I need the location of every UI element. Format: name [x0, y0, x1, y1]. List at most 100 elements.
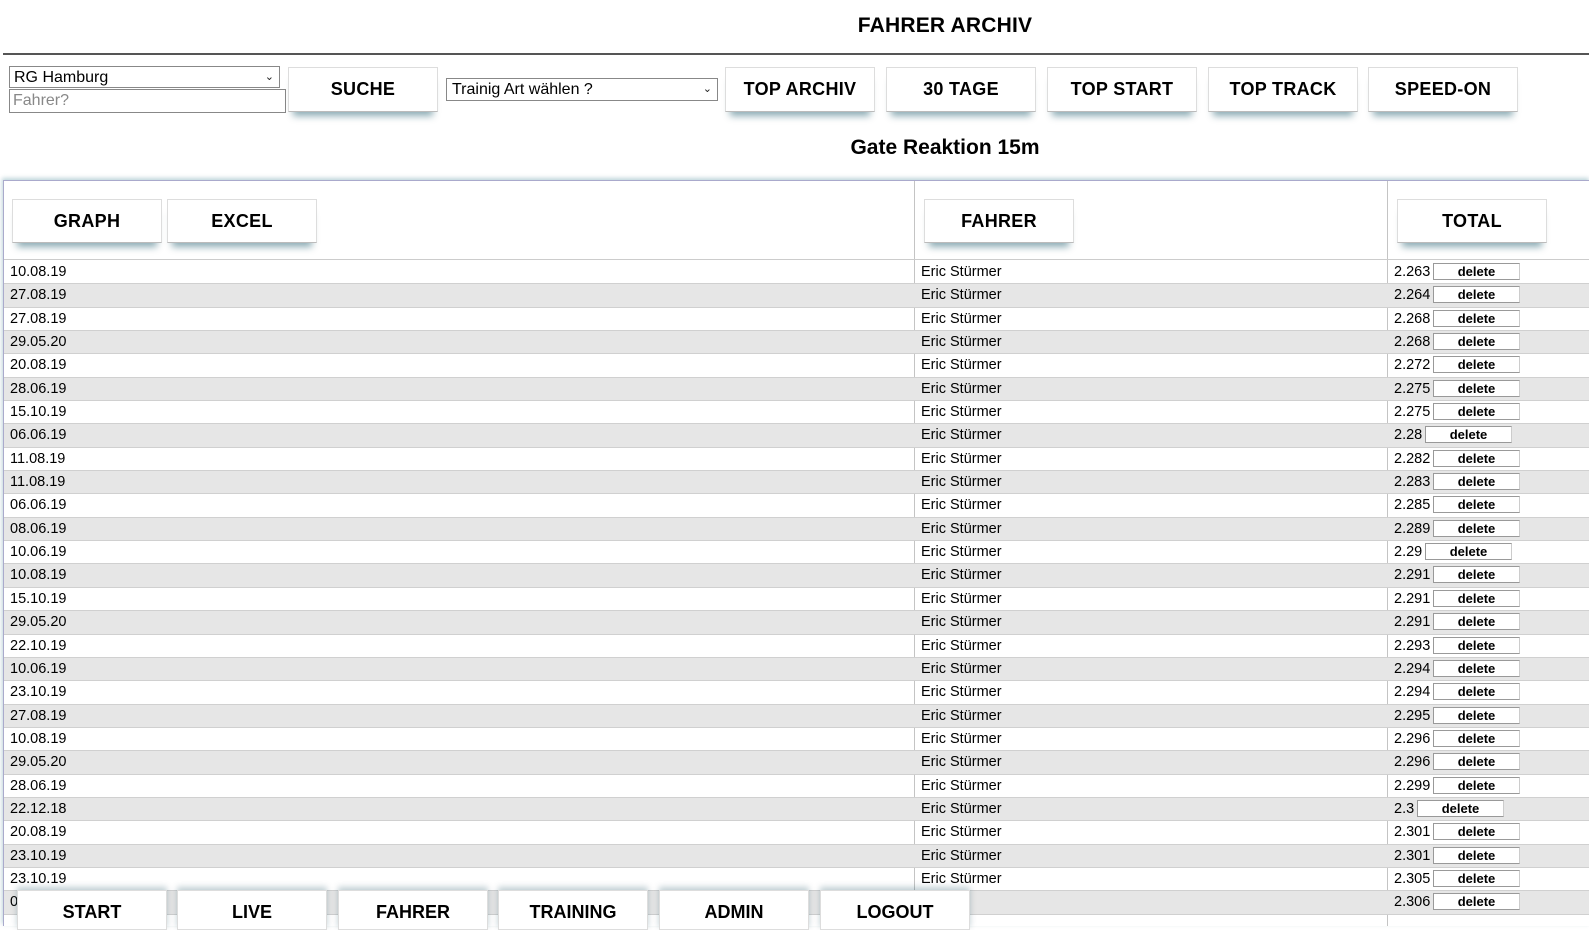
table-row: 29.05.20 Eric Stürmer 2.268 delete	[4, 331, 1589, 355]
delete-button[interactable]: delete	[1433, 636, 1520, 654]
30-tage-button[interactable]: 30 TAGE	[886, 67, 1036, 112]
delete-button[interactable]: delete	[1433, 659, 1520, 677]
table-body: 10.08.19 Eric Stürmer 2.263 delete 27.08.19 E…	[4, 261, 1589, 915]
total-sort-button[interactable]: TOTAL	[1397, 199, 1547, 243]
row-date: 28.06.19	[10, 777, 67, 794]
row-date: 28.06.19	[10, 380, 67, 397]
delete-button[interactable]: delete	[1433, 589, 1520, 607]
row-total: 2.268	[1394, 310, 1431, 327]
row-date: 27.08.19	[10, 310, 67, 327]
row-date: 10.08.19	[10, 567, 67, 584]
row-date: 08.06.19	[10, 520, 67, 537]
top-track-button[interactable]: TOP TRACK	[1208, 67, 1358, 112]
table-row: 15.10.19 Eric Stürmer 2.291 delete	[4, 588, 1589, 612]
delete-button[interactable]: delete	[1433, 729, 1520, 747]
delete-button[interactable]: delete	[1433, 496, 1520, 514]
table-row: 10.08.19 Eric Stürmer 2.291 delete	[4, 564, 1589, 588]
row-total: 2.272	[1394, 357, 1431, 374]
delete-button[interactable]: delete	[1433, 613, 1520, 631]
top-archiv-button[interactable]: TOP ARCHIV	[725, 67, 875, 112]
chevron-down-icon: ⌄	[702, 83, 712, 95]
delete-button[interactable]: delete	[1433, 753, 1520, 771]
delete-button[interactable]: delete	[1433, 776, 1520, 794]
table-row: 11.08.19 Eric Stürmer 2.282 delete	[4, 448, 1589, 472]
fahrer-sort-button[interactable]: FAHRER	[924, 199, 1074, 243]
speed-on-button[interactable]: SPEED-ON	[1368, 67, 1518, 112]
row-total: 2.295	[1394, 707, 1431, 724]
row-total: 2.275	[1394, 404, 1431, 421]
table-row: 28.06.19 Eric Stürmer 2.275 delete	[4, 377, 1589, 402]
table-row: 10.08.19 Eric Stürmer 2.296 delete	[4, 728, 1589, 752]
row-total: 2.29	[1394, 544, 1423, 561]
team-select-value: RG Hamburg	[14, 69, 109, 86]
row-fahrer: Eric Stürmer	[921, 870, 1002, 887]
delete-button[interactable]: delete	[1433, 309, 1520, 327]
training-select-value: Trainig Art wählen ?	[452, 81, 593, 98]
delete-button[interactable]: delete	[1433, 473, 1520, 491]
table-row: 22.12.18 Eric Stürmer 2.3 delete	[4, 797, 1589, 822]
row-date: 27.08.19	[10, 287, 67, 304]
page-title: FAHRER ARCHIV	[857, 14, 1033, 37]
table-row: 15.10.19 Eric Stürmer 2.275 delete	[4, 401, 1589, 425]
row-fahrer: Eric Stürmer	[921, 357, 1002, 374]
delete-button[interactable]: delete	[1433, 706, 1520, 724]
row-date: 15.10.19	[10, 590, 67, 607]
delete-button[interactable]: delete	[1433, 333, 1520, 351]
nav-live-button[interactable]: LIVE	[177, 890, 327, 930]
delete-button[interactable]: delete	[1433, 893, 1520, 911]
row-date: 06.06.19	[10, 427, 67, 444]
delete-button[interactable]: delete	[1433, 286, 1520, 304]
excel-button[interactable]: EXCEL	[167, 199, 317, 243]
delete-button[interactable]: delete	[1433, 823, 1520, 841]
row-total: 2.294	[1394, 684, 1431, 701]
nav-admin-button[interactable]: ADMIN	[659, 890, 809, 930]
delete-button[interactable]: delete	[1433, 449, 1520, 467]
delete-button[interactable]: delete	[1433, 566, 1520, 584]
table-row: 23.10.19 Eric Stürmer 2.305 delete	[4, 868, 1589, 892]
nav-logout-button[interactable]: LOGOUT	[820, 890, 970, 930]
delete-button[interactable]: delete	[1433, 519, 1520, 537]
nav-fahrer-button[interactable]: FAHRER	[338, 890, 488, 930]
delete-button[interactable]: delete	[1433, 846, 1520, 864]
table-row: 10.08.19 Eric Stürmer 2.263 delete	[4, 261, 1589, 285]
row-fahrer: Eric Stürmer	[921, 497, 1002, 514]
delete-button[interactable]: delete	[1425, 543, 1512, 561]
row-total: 2.299	[1394, 777, 1431, 794]
row-total: 2.306	[1394, 894, 1431, 911]
row-date: 29.05.20	[10, 754, 67, 771]
row-date: 29.05.20	[10, 334, 67, 351]
table-row: 10.06.19 Eric Stürmer 2.29 delete	[4, 541, 1589, 565]
row-date: 06.06.19	[10, 497, 67, 514]
graph-button[interactable]: GRAPH	[12, 199, 162, 243]
fahrer-search-input[interactable]: Fahrer?	[9, 89, 286, 113]
delete-button[interactable]: delete	[1433, 263, 1520, 280]
table-row: 22.10.19 Eric Stürmer 2.293 delete	[4, 635, 1589, 658]
delete-button[interactable]: delete	[1433, 869, 1520, 887]
row-date: 20.08.19	[10, 824, 67, 841]
table-row: 11.08.19 Eric Stürmer 2.283 delete	[4, 471, 1589, 495]
search-button[interactable]: SUCHE	[288, 67, 438, 112]
row-total: 2.301	[1394, 824, 1431, 841]
row-fahrer: Eric Stürmer	[921, 847, 1002, 864]
row-total: 2.28	[1394, 427, 1423, 444]
delete-button[interactable]: delete	[1417, 799, 1504, 817]
row-date: 10.08.19	[10, 730, 67, 747]
delete-button[interactable]: delete	[1433, 683, 1520, 701]
nav-training-button[interactable]: TRAINING	[498, 890, 648, 930]
delete-button[interactable]: delete	[1433, 403, 1520, 421]
training-type-select[interactable]: Trainig Art wählen ? ⌄	[446, 78, 718, 101]
delete-button[interactable]: delete	[1433, 379, 1520, 397]
nav-start-button[interactable]: START	[17, 890, 167, 930]
row-fahrer: Eric Stürmer	[921, 474, 1002, 491]
table-row: 10.06.19 Eric Stürmer 2.294 delete	[4, 657, 1589, 682]
row-date: 20.08.19	[10, 357, 67, 374]
row-fahrer: Eric Stürmer	[921, 264, 1002, 280]
row-fahrer: Eric Stürmer	[921, 287, 1002, 304]
row-date: 29.05.20	[10, 614, 67, 631]
delete-button[interactable]: delete	[1433, 356, 1520, 374]
section-title: Gate Reaktion 15m	[850, 136, 1040, 159]
team-select[interactable]: RG Hamburg ⌄	[9, 66, 280, 88]
row-total: 2.264	[1394, 287, 1431, 304]
top-start-button[interactable]: TOP START	[1047, 67, 1197, 112]
delete-button[interactable]: delete	[1425, 426, 1512, 444]
